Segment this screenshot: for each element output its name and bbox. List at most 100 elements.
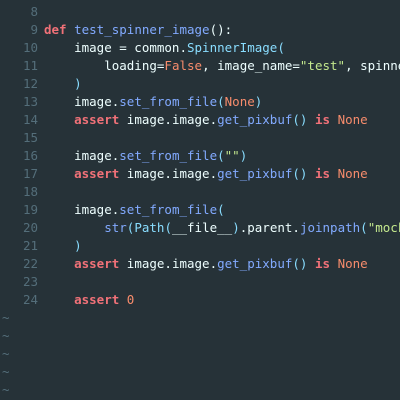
code-line[interactable]: 18 — [0, 183, 400, 201]
code-text: loading=False, image_name="test", spinne… — [38, 57, 400, 75]
code-line[interactable]: 13 image.set_from_file(None) — [0, 93, 400, 111]
code-token: image.image. — [119, 112, 218, 127]
code-line[interactable]: 22 assert image.image.get_pixbuf() is No… — [0, 255, 400, 273]
code-token: ) — [74, 238, 82, 253]
code-token: "mock_da — [367, 220, 400, 235]
code-token: , spinner_n — [345, 58, 400, 73]
code-token: set_from_file — [119, 202, 218, 217]
line-number: 10 — [22, 40, 38, 55]
code-token: ) — [74, 76, 82, 91]
code-token: () — [292, 166, 308, 181]
code-token: Path — [134, 220, 165, 235]
code-token: None — [224, 94, 255, 109]
code-line[interactable]: 23 — [0, 273, 400, 291]
code-token: set_from_file — [119, 148, 218, 163]
line-number: 23 — [22, 274, 38, 289]
code-token: ( — [217, 148, 225, 163]
code-token: ( — [217, 202, 225, 217]
code-token: assert — [74, 112, 120, 127]
line-number: 16 — [22, 148, 38, 163]
code-line[interactable]: 11 loading=False, image_name="test", spi… — [0, 57, 400, 75]
code-token: ( — [360, 220, 368, 235]
code-token: 0 — [126, 292, 135, 307]
code-text: assert image.image.get_pixbuf() is None — [38, 255, 368, 273]
code-token: __file__ — [171, 220, 233, 235]
code-line[interactable]: 24 assert 0 — [0, 291, 400, 309]
code-token: image. — [44, 148, 120, 163]
line-number: 13 — [22, 94, 38, 109]
code-token: (): — [209, 22, 233, 37]
code-token: ) — [239, 148, 248, 163]
code-line[interactable]: 19 image.set_from_file( — [0, 201, 400, 219]
empty-line-marker: ~ — [2, 382, 10, 397]
code-token: def — [44, 22, 67, 37]
code-token: image.image. — [119, 256, 218, 271]
code-token: is — [314, 166, 331, 181]
line-number: 19 — [22, 202, 38, 217]
code-text: assert 0 — [38, 291, 134, 309]
code-token: ( — [217, 94, 225, 109]
code-token: get_pixbuf — [217, 166, 293, 181]
code-line[interactable]: 9 def test_spinner_image(): — [0, 21, 400, 39]
line-number: 24 — [22, 292, 38, 307]
code-token: assert — [74, 166, 120, 181]
code-token: test_spinner_image — [74, 22, 210, 37]
line-number: 9 — [30, 22, 38, 37]
code-text: assert image.image.get_pixbuf() is None — [38, 111, 368, 129]
code-text: str(Path(__file__).parent.joinpath("mock… — [38, 219, 400, 237]
code-line[interactable]: 10 image = common.SpinnerImage( — [0, 39, 400, 57]
code-text: image.set_from_file("") — [38, 147, 247, 165]
code-line[interactable]: 15 — [0, 129, 400, 147]
code-token: , image_name= — [202, 58, 300, 73]
code-token: set_from_file — [119, 94, 218, 109]
code-token: get_pixbuf — [217, 112, 293, 127]
line-number: 14 — [22, 112, 38, 127]
code-text: image = common.SpinnerImage( — [38, 39, 285, 57]
code-text: assert image.image.get_pixbuf() is None — [38, 165, 368, 183]
empty-line-marker: ~ — [2, 310, 10, 325]
code-token: get_pixbuf — [217, 256, 293, 271]
code-token: () — [292, 256, 308, 271]
code-text: image.set_from_file(None) — [38, 93, 262, 111]
code-token: assert — [74, 292, 120, 307]
code-token: None — [337, 112, 368, 127]
line-number: 17 — [22, 166, 38, 181]
line-number: 15 — [22, 130, 38, 145]
code-token: () — [292, 112, 308, 127]
code-line[interactable]: 16 image.set_from_file("") — [0, 147, 400, 165]
code-token: image. — [44, 94, 120, 109]
code-editor[interactable]: 8 9 def test_spinner_image(): 10 image = co… — [0, 0, 400, 400]
line-number: 22 — [22, 256, 38, 271]
empty-line-marker: ~ — [2, 364, 10, 379]
code-token: assert — [74, 256, 120, 271]
code-token: False — [164, 58, 203, 73]
code-line[interactable]: 14 assert image.image.get_pixbuf() is No… — [0, 111, 400, 129]
code-token: None — [337, 256, 368, 271]
code-token: .parent. — [239, 220, 300, 235]
code-line[interactable]: 8 — [0, 3, 400, 21]
code-line[interactable]: 20 str(Path(__file__).parent.joinpath("m… — [0, 219, 400, 237]
code-token: "" — [224, 148, 240, 163]
code-line[interactable]: 12 ) — [0, 75, 400, 93]
code-token: image = common. — [44, 40, 187, 55]
code-line[interactable]: 21 ) — [0, 237, 400, 255]
line-number: 20 — [22, 220, 38, 235]
code-text: ) — [38, 75, 82, 93]
empty-line-marker: ~ — [2, 328, 10, 343]
line-number: 21 — [22, 238, 38, 253]
code-text: ) — [38, 237, 82, 255]
code-line[interactable]: 17 assert image.image.get_pixbuf() is No… — [0, 165, 400, 183]
code-token: None — [337, 166, 368, 181]
